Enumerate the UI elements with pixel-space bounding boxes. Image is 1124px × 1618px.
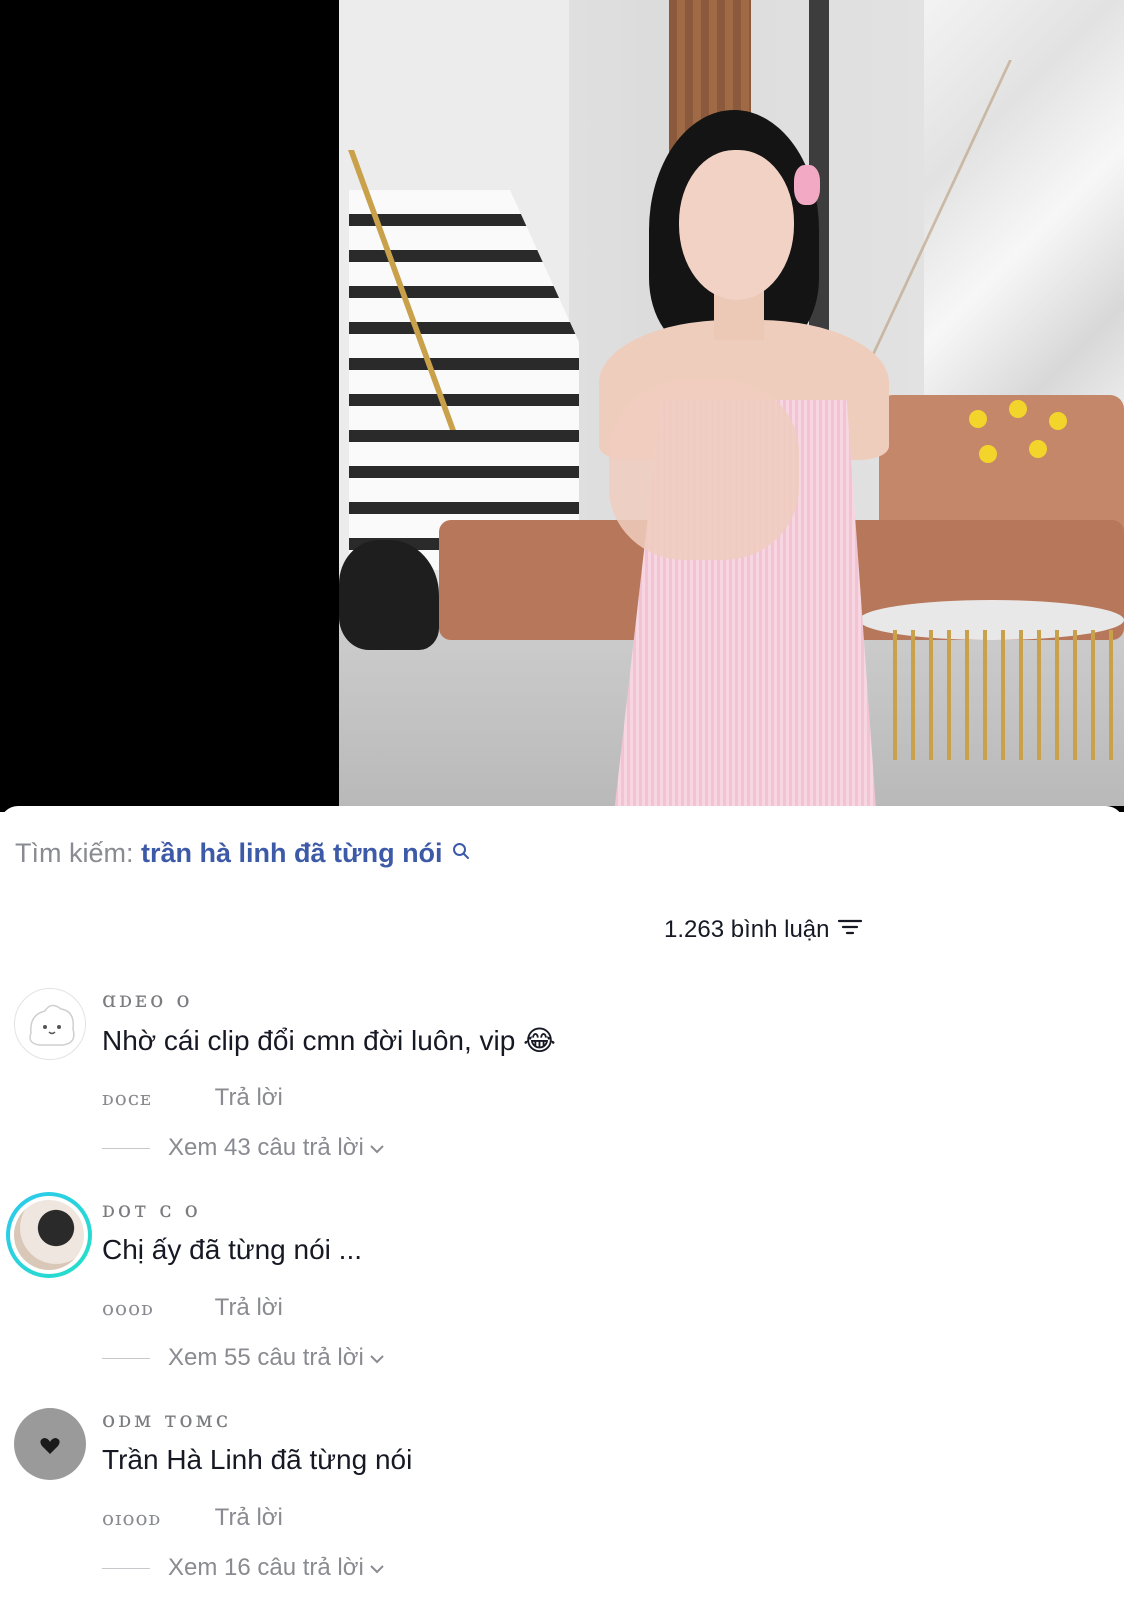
comments-sheet: Tìm kiếm: trần hà linh đã từng nói 1.263…: [0, 806, 1124, 1617]
comment-text: Chị ấy đã từng nói ...: [102, 1234, 362, 1265]
person-hairclip: [794, 165, 820, 205]
avatar[interactable]: [14, 988, 86, 1060]
comments-count-row[interactable]: 1.263 bình luận: [664, 916, 863, 944]
person-hands: [609, 380, 799, 560]
reply-button[interactable]: Trả lời: [215, 1294, 283, 1322]
view-replies-button[interactable]: Xem 43 câu trả lời: [102, 1134, 386, 1162]
search-suggestion[interactable]: Tìm kiếm: trần hà linh đã từng nói: [15, 838, 470, 869]
search-label: Tìm kiếm:: [15, 838, 134, 868]
comment-date: ᴅᴏᴄᴇ: [102, 1086, 153, 1110]
reply-button[interactable]: Trả lời: [215, 1084, 283, 1112]
comment-item: ɑᴅᴇᴏ ᴏ Nhờ cái clip đổi cmn đời luôn, vi…: [0, 988, 1124, 1198]
comment-item: ᴏᴅᴍ ᴛᴏᴍᴄ Trần Hà Linh đã từng nói ᴏɪᴏᴏᴅ …: [0, 1408, 1124, 1618]
person-face: [679, 150, 794, 300]
view-replies-label: Xem 16 câu trả lời: [168, 1554, 364, 1581]
sort-filter-icon[interactable]: [837, 916, 863, 944]
chevron-down-icon: [368, 1554, 386, 1582]
avatar[interactable]: [14, 1408, 86, 1480]
comments-count: 1.263 bình luận: [664, 916, 830, 943]
comment-date: ᴏᴏᴏᴅ: [102, 1296, 154, 1320]
view-replies-label: Xem 55 câu trả lời: [168, 1344, 364, 1371]
reply-button[interactable]: Trả lời: [215, 1504, 283, 1532]
comment-meta: ᴅᴏᴄᴇ Trả lời: [102, 1084, 283, 1112]
comment-text: Trần Hà Linh đã từng nói: [102, 1444, 413, 1475]
avatar-story-inner: [10, 1196, 88, 1274]
comment-meta: ᴏᴏᴏᴅ Trả lời: [102, 1294, 283, 1322]
chevron-down-icon: [368, 1344, 386, 1372]
search-term-link[interactable]: trần hà linh đã từng nói: [141, 838, 443, 868]
comment-date: ᴏɪᴏᴏᴅ: [102, 1506, 162, 1530]
comment-username[interactable]: ᴏᴅᴍ ᴛᴏᴍᴄ: [102, 1408, 231, 1433]
comment-username[interactable]: ᴅᴏᴛ ᴄ ᴏ: [102, 1198, 201, 1223]
divider-line: [102, 1147, 150, 1149]
heart-avatar-icon: [40, 1438, 60, 1454]
avatar-with-story-ring[interactable]: [6, 1192, 92, 1278]
video-player[interactable]: [0, 0, 1124, 812]
video-flowers: [959, 400, 1079, 520]
view-replies-button[interactable]: Xem 55 câu trả lời: [102, 1344, 386, 1372]
comment-item: ᴅᴏᴛ ᴄ ᴏ Chị ấy đã từng nói ... ᴏᴏᴏᴅ Trả …: [0, 1192, 1124, 1408]
view-replies-label: Xem 43 câu trả lời: [168, 1134, 364, 1161]
view-replies-button[interactable]: Xem 16 câu trả lời: [102, 1554, 386, 1582]
default-avatar-icon: [29, 1004, 75, 1046]
video-black-bag: [339, 540, 439, 650]
divider-line: [102, 1357, 150, 1359]
chevron-down-icon: [368, 1134, 386, 1162]
comment-text: Nhờ cái clip đổi cmn đời luôn, vip 😂: [102, 1025, 556, 1056]
comment-meta: ᴏɪᴏᴏᴅ Trả lời: [102, 1504, 283, 1532]
video-person: [589, 110, 919, 806]
divider-line: [102, 1567, 150, 1569]
video-frame[interactable]: [339, 0, 1124, 806]
avatar-photo: [14, 1200, 84, 1270]
search-icon[interactable]: [452, 836, 470, 867]
comment-username[interactable]: ɑᴅᴇᴏ ᴏ: [102, 988, 193, 1013]
